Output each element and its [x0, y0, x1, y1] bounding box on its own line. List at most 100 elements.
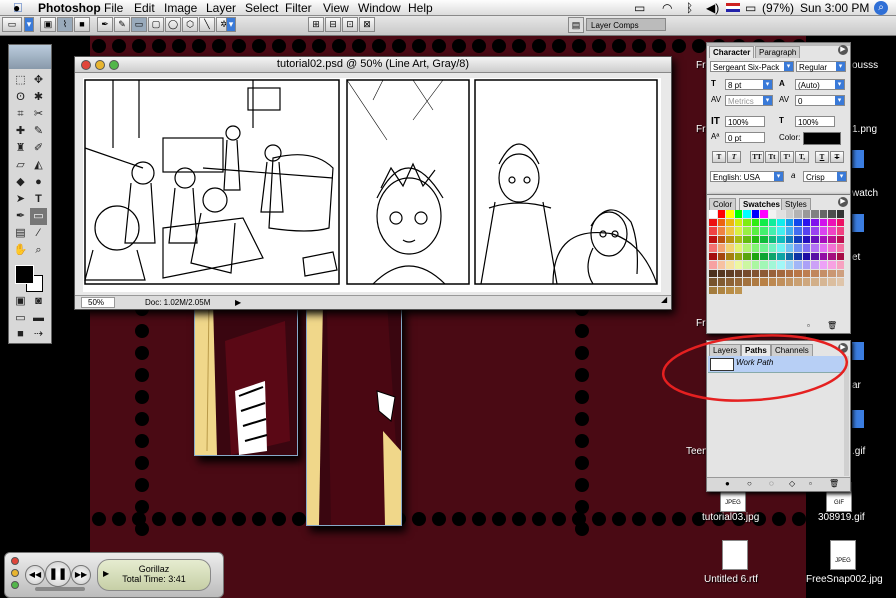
jpeg-file-icon[interactable]: JPEG: [830, 540, 856, 570]
swatch[interactable]: [828, 218, 836, 226]
swatch[interactable]: [785, 244, 793, 252]
swatch[interactable]: [777, 218, 785, 226]
swatch[interactable]: [819, 278, 827, 286]
swatch[interactable]: [777, 227, 785, 235]
dodge-tool-icon[interactable]: ●: [30, 174, 47, 191]
geometry-options-arrow-icon[interactable]: ▾: [226, 17, 236, 32]
swatch[interactable]: [717, 286, 725, 294]
zoom-icon[interactable]: [109, 60, 119, 70]
make-work-path-icon[interactable]: ◇: [789, 479, 795, 488]
faux-bold-button[interactable]: T: [712, 151, 726, 163]
swatch[interactable]: [828, 244, 836, 252]
swatch[interactable]: [777, 261, 785, 269]
swatch[interactable]: [734, 261, 742, 269]
swatch[interactable]: [819, 218, 827, 226]
swatch[interactable]: [751, 218, 759, 226]
path-add-button[interactable]: ⊞: [308, 17, 324, 32]
swatch[interactable]: [785, 218, 793, 226]
subscript-button[interactable]: T,: [795, 151, 809, 163]
standard-mode-icon[interactable]: ▣: [12, 293, 29, 310]
swatch[interactable]: [743, 218, 751, 226]
freeform-pen-option[interactable]: ✎: [114, 17, 130, 32]
swatch[interactable]: [743, 244, 751, 252]
swatch[interactable]: [836, 210, 844, 218]
swatch[interactable]: [760, 261, 768, 269]
stroke-path-icon[interactable]: ○: [747, 479, 752, 488]
previous-track-button[interactable]: ◀◀: [25, 565, 45, 585]
bluetooth-icon[interactable]: ᛒ: [686, 1, 693, 15]
swatch[interactable]: [802, 261, 810, 269]
swatch[interactable]: [785, 210, 793, 218]
path-subtract-button[interactable]: ⊟: [325, 17, 341, 32]
palette-menu-icon[interactable]: ▶: [838, 197, 848, 207]
folder-icon[interactable]: [852, 150, 864, 168]
tab-color[interactable]: Color: [709, 198, 737, 210]
tab-swatches[interactable]: Swatches: [739, 198, 784, 210]
lcd-display[interactable]: Gorillaz Total Time: 3:41: [97, 559, 211, 591]
swatch[interactable]: [709, 244, 717, 252]
swatch[interactable]: [734, 227, 742, 235]
folder-icon[interactable]: [852, 410, 864, 428]
swatch[interactable]: [768, 278, 776, 286]
healing-brush-tool-icon[interactable]: ✚: [12, 123, 29, 140]
swatch[interactable]: [802, 210, 810, 218]
swatch[interactable]: [709, 252, 717, 260]
swatch[interactable]: [743, 261, 751, 269]
menu-app-name[interactable]: Photoshop: [38, 1, 101, 15]
swatch[interactable]: [717, 218, 725, 226]
zoom-tool-icon[interactable]: ⌕: [30, 242, 47, 259]
desktop-icon-label[interactable]: FreeSnap002.jpg: [806, 574, 883, 585]
swatch[interactable]: [726, 269, 734, 277]
swatch[interactable]: [811, 235, 819, 243]
move-tool-icon[interactable]: ✥: [30, 72, 47, 89]
wifi-icon[interactable]: ◠: [662, 1, 672, 15]
swatch[interactable]: [836, 235, 844, 243]
delete-swatch-icon[interactable]: 🗑: [827, 321, 837, 330]
swatch[interactable]: [709, 210, 717, 218]
tool-preset-picker[interactable]: ▭: [2, 17, 22, 32]
swatch[interactable]: [828, 210, 836, 218]
swatch[interactable]: [743, 227, 751, 235]
swatch[interactable]: [726, 252, 734, 260]
file-browser-icon[interactable]: ▤: [568, 17, 584, 33]
swatch[interactable]: [734, 244, 742, 252]
tab-paragraph[interactable]: Paragraph: [755, 46, 801, 58]
swatch[interactable]: [717, 252, 725, 260]
volume-icon[interactable]: ◀): [706, 1, 719, 15]
toolbox-header-feather-icon[interactable]: [9, 45, 51, 69]
swatch[interactable]: [811, 244, 819, 252]
swatch-grid[interactable]: [709, 210, 847, 302]
paint-bucket-tool-icon[interactable]: ◭: [30, 157, 47, 174]
swatch[interactable]: [734, 218, 742, 226]
rectangle-tool-icon[interactable]: ▭: [30, 208, 47, 225]
quick-mask-mode-icon[interactable]: ◙: [30, 293, 47, 310]
kerning-select[interactable]: Metrics ▾: [725, 95, 773, 106]
swatch[interactable]: [802, 252, 810, 260]
swatch[interactable]: [768, 244, 776, 252]
swatch[interactable]: [743, 210, 751, 218]
swatch[interactable]: [811, 218, 819, 226]
underline-button[interactable]: T: [815, 151, 829, 163]
swatch[interactable]: [811, 261, 819, 269]
swatch[interactable]: [717, 278, 725, 286]
swatch[interactable]: [828, 278, 836, 286]
text-color-swatch[interactable]: [803, 132, 841, 145]
swatch[interactable]: [768, 210, 776, 218]
swatch[interactable]: [777, 235, 785, 243]
desktop-icon-label[interactable]: Untitled 6.rtf: [704, 574, 758, 585]
rtf-document-icon[interactable]: [722, 540, 748, 570]
swatch[interactable]: [785, 227, 793, 235]
swatch[interactable]: [768, 218, 776, 226]
fill-path-icon[interactable]: ●: [725, 479, 730, 488]
marquee-tool-icon[interactable]: ⬚: [12, 72, 29, 89]
swatch[interactable]: [794, 252, 802, 260]
swatch[interactable]: [768, 235, 776, 243]
desktop-icon-label[interactable]: 308919.gif: [818, 512, 865, 523]
swatch[interactable]: [828, 227, 836, 235]
layer-comps-well[interactable]: Layer Comps: [586, 18, 666, 31]
desktop-label-partial[interactable]: watch: [852, 188, 878, 199]
swatch[interactable]: [760, 278, 768, 286]
swatch[interactable]: [709, 278, 717, 286]
swatch[interactable]: [836, 218, 844, 226]
swatch[interactable]: [751, 244, 759, 252]
